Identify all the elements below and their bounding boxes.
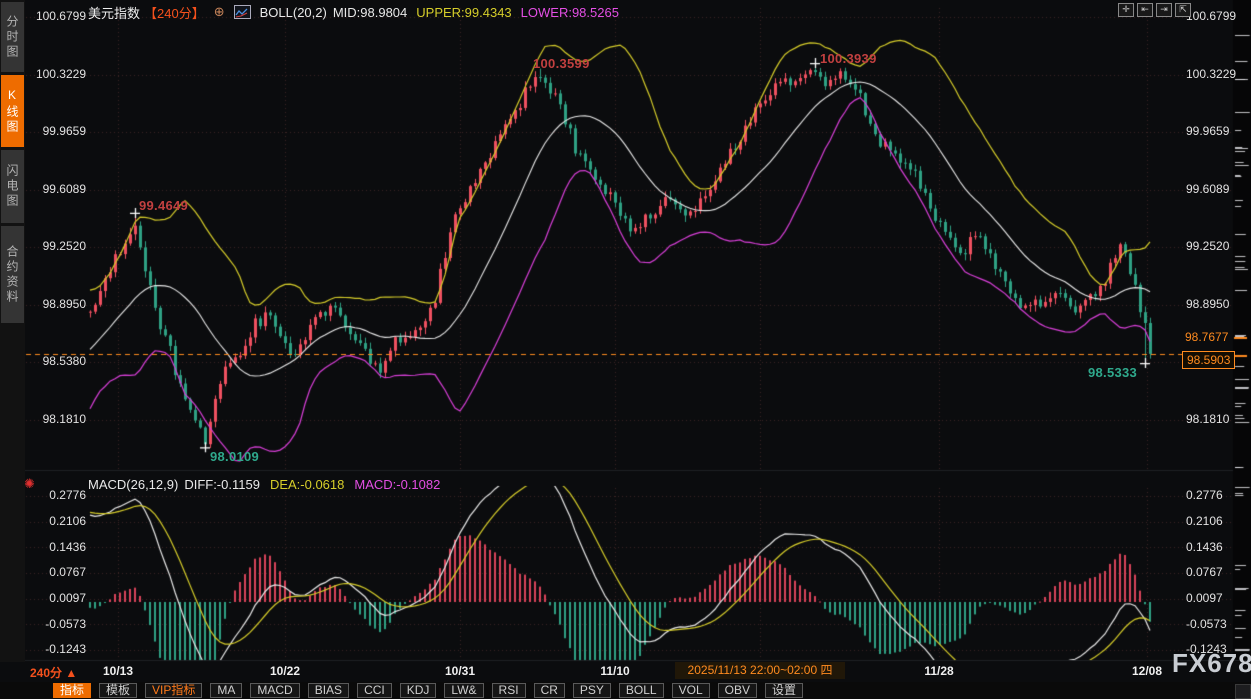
kline-style-icon[interactable] [234, 5, 251, 19]
macd-axis-label: 0.0767 [26, 565, 86, 579]
toolbar-cr-button[interactable]: CR [534, 683, 565, 698]
toolbar-macd-button[interactable]: MACD [250, 683, 299, 698]
toolbar-boll-button[interactable]: BOLL [619, 683, 664, 698]
reference-price-badge: 98.7677 [1185, 330, 1228, 344]
sidebar-tab-timeline[interactable]: 分时图 [1, 2, 24, 72]
x-axis-date: 10/22 [250, 664, 320, 678]
x-axis-date: 11/28 [904, 664, 974, 678]
swing-low-annotation: 98.5333 [1088, 365, 1137, 380]
toolbar-vol-button[interactable]: VOL [672, 683, 710, 698]
compress-axis-icon[interactable]: ⇤ [1137, 3, 1153, 17]
toolbar-obv-button[interactable]: OBV [718, 683, 757, 698]
toolbar-indicator-button[interactable]: 指标 [53, 683, 91, 698]
sidebar-tab-label: 闪电图 [4, 164, 21, 209]
chart-type-sidebar: 分时图 K线图 闪电图 合约资料 [0, 0, 25, 662]
sidebar-tab-flash[interactable]: 闪电图 [1, 150, 24, 223]
x-axis-date: 10/13 [83, 664, 153, 678]
sidebar-tab-label: K线图 [4, 88, 21, 135]
toolbar-ma-button[interactable]: MA [210, 683, 242, 698]
price-axis-label: 98.1810 [1186, 412, 1234, 426]
chart-header: 美元指数 【240分】 ⊕ BOLL(20,2) MID:98.9804 UPP… [88, 4, 619, 20]
period-selector[interactable]: 240分 ▲ [30, 664, 77, 681]
macd-dea-value: DEA:-0.0618 [270, 477, 344, 492]
candlestick-chart-canvas[interactable] [0, 0, 1251, 699]
swing-high-annotation: 99.4649 [139, 198, 188, 213]
macd-axis-label: 0.1436 [1186, 540, 1234, 554]
price-axis-label: 99.6089 [1186, 182, 1234, 196]
boll-label: BOLL(20,2) [260, 5, 327, 20]
detach-window-icon[interactable]: ⇱ [1175, 3, 1191, 17]
crosshair-date-readout: 2025/11/13 22:00~02:00 四 [675, 662, 845, 679]
sidebar-tab-kline[interactable]: K线图 [1, 75, 24, 147]
macd-axis-label: -0.1243 [26, 642, 86, 656]
toolbar-cci-button[interactable]: CCI [357, 683, 392, 698]
macd-header: MACD(26,12,9) DIFF:-0.1159 DEA:-0.0618 M… [88, 477, 440, 492]
symbol-name: 美元指数 [88, 3, 140, 22]
toolbar-kdj-button[interactable]: KDJ [400, 683, 437, 698]
macd-axis-label: 0.2106 [26, 514, 86, 528]
toolbar-lwr-button[interactable]: LW& [444, 683, 483, 698]
macd-axis-label: 0.0097 [1186, 591, 1234, 605]
period-label: 【240分】 [144, 3, 205, 22]
sidebar-tab-label: 分时图 [4, 15, 21, 60]
indicator-toolbar: 指标 模板 VIP指标 MA MACD BIAS CCI KDJ LW& RSI… [53, 683, 803, 698]
price-axis-label: 98.1810 [26, 412, 86, 426]
up-triangle-icon: ▲ [65, 666, 77, 680]
macd-axis-label: 0.2106 [1186, 514, 1234, 528]
boll-lower-value: LOWER:98.5265 [521, 5, 619, 20]
last-price-badge: 98.5903 [1182, 351, 1235, 369]
x-axis-date: 10/31 [425, 664, 495, 678]
macd-hist-value: MACD:-0.1082 [354, 477, 440, 492]
price-axis-label: 98.8950 [1186, 297, 1234, 311]
macd-axis-label: 0.2776 [26, 488, 86, 502]
sidebar-tab-contract-info[interactable]: 合约资料 [1, 226, 24, 323]
corner-resize-box[interactable] [1235, 684, 1251, 699]
pan-crosshair-icon[interactable]: ✛ [1118, 3, 1134, 17]
toolbar-rsi-button[interactable]: RSI [492, 683, 526, 698]
macd-axis-label: -0.0573 [1186, 617, 1234, 631]
swing-high-annotation: 100.3939 [820, 51, 877, 66]
toolbar-psy-button[interactable]: PSY [573, 683, 611, 698]
toolbar-settings-button[interactable]: 设置 [765, 683, 803, 698]
add-indicator-icon[interactable]: ⊕ [214, 4, 225, 20]
macd-axis-label: -0.0573 [26, 617, 86, 631]
x-axis-date: 11/10 [580, 664, 650, 678]
macd-title: MACD(26,12,9) [88, 477, 178, 492]
chart-tool-icons: ✛ ⇤ ⇥ ⇱ [1118, 3, 1191, 17]
boll-mid-value: MID:98.9804 [333, 5, 407, 20]
macd-diff-value: DIFF:-0.1159 [184, 477, 260, 492]
period-selector-label: 240分 [30, 666, 62, 680]
macd-axis-label: 0.2776 [1186, 488, 1234, 502]
macd-axis-label: 0.1436 [26, 540, 86, 554]
boll-upper-value: UPPER:99.4343 [416, 5, 511, 20]
toolbar-bias-button[interactable]: BIAS [308, 683, 349, 698]
toolbar-template-button[interactable]: 模板 [99, 683, 137, 698]
swing-low-annotation: 98.0109 [210, 449, 259, 464]
price-axis-label: 99.6089 [26, 182, 86, 196]
indicator-settings-icon[interactable]: ✺ [24, 476, 35, 492]
toolbar-vip-indicator-button[interactable]: VIP指标 [145, 683, 202, 698]
macd-axis-label: 0.0097 [26, 591, 86, 605]
price-axis-label: 100.3229 [1186, 67, 1234, 81]
macd-axis-label: 0.0767 [1186, 565, 1234, 579]
price-axis-label: 99.9659 [1186, 124, 1234, 138]
price-axis-label: 100.6799 [26, 9, 86, 23]
sidebar-tab-label: 合约资料 [4, 245, 21, 305]
price-axis-label: 98.8950 [26, 297, 86, 311]
fx678-watermark: FX678 [1172, 648, 1251, 679]
price-axis-label: 99.9659 [26, 124, 86, 138]
trading-app-window: 分时图 K线图 闪电图 合约资料 美元指数 【240分】 ⊕ BOLL(20,2… [0, 0, 1251, 699]
expand-axis-icon[interactable]: ⇥ [1156, 3, 1172, 17]
price-axis-label: 98.5380 [26, 354, 86, 368]
swing-high-annotation: 100.3599 [533, 56, 590, 71]
price-axis-label: 99.2520 [26, 239, 86, 253]
price-axis-label: 100.3229 [26, 67, 86, 81]
price-axis-label: 100.6799 [1186, 9, 1234, 23]
price-axis-label: 99.2520 [1186, 239, 1234, 253]
